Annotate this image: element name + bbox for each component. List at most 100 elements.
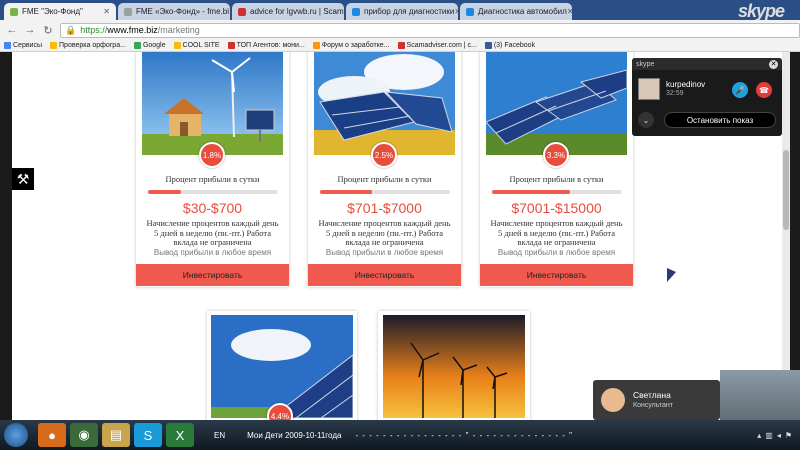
invest-button[interactable]: Инвестировать	[308, 264, 461, 286]
bookmark[interactable]: Сервисы	[4, 42, 42, 49]
close-icon[interactable]: ✕	[229, 7, 230, 16]
apps-icon	[4, 42, 11, 49]
profit-label: Процент прибыли в сутки	[165, 174, 260, 184]
invest-button[interactable]: Инвестировать	[136, 264, 289, 286]
network-icon[interactable]: ▥	[765, 431, 773, 440]
wind-sunset-image	[383, 315, 525, 418]
now-playing: Мои Дети 2009-10-11года	[247, 430, 342, 440]
browser-tab[interactable]: FME «Эко-Фонд» - fme.bi✕	[118, 3, 230, 20]
profit-progress-bar	[320, 190, 450, 194]
skype-call-panel: skype ✕ kurpedinov 32:59 🎤 ☎ ⌄ Остановит…	[632, 58, 782, 136]
page-icon	[124, 7, 132, 16]
tray-arrow-icon[interactable]: ▴	[757, 431, 761, 440]
invest-button[interactable]: Инвестировать	[480, 264, 633, 286]
skype-label: skype	[636, 60, 655, 68]
start-button[interactable]	[4, 423, 28, 447]
plan-card: 1.8% Процент прибыли в сутки $30-$700 На…	[136, 52, 289, 287]
volume-icon[interactable]: ◂	[777, 431, 781, 440]
bookmark[interactable]: COOL SITE	[173, 42, 220, 49]
reload-icon[interactable]: ↻	[42, 24, 54, 37]
profit-label: Процент прибыли в сутки	[337, 174, 432, 184]
windows-taskbar: ● ◉ ▤ S X EN Мои Дети 2009-10-11года - -…	[0, 420, 800, 450]
withdraw-note: Вывод прибыли в любое время	[153, 248, 272, 257]
consultant-chat-widget[interactable]: Светлана Консультант	[593, 380, 720, 420]
bookmark[interactable]: Scamadviser.com | c...	[397, 42, 477, 49]
close-icon[interactable]: ✕	[103, 7, 110, 16]
bookmark[interactable]: Google	[133, 42, 166, 49]
bookmarks-bar: Сервисы Проверка орфогра... Google COOL …	[0, 40, 800, 52]
withdraw-note: Вывод прибыли в любое время	[497, 248, 616, 257]
progress-fill	[148, 190, 181, 194]
stop-sharing-button[interactable]: Остановить показ	[664, 112, 776, 128]
skype-icon[interactable]: S	[134, 423, 162, 447]
solar-field-image	[486, 52, 627, 155]
plan-card: 2.5% Процент прибыли в сутки $701-$7000 …	[308, 52, 461, 287]
shield-icon	[227, 42, 235, 49]
hang-up-icon[interactable]: ☎	[756, 82, 772, 98]
skype-panel-header: skype ✕	[632, 58, 782, 70]
browser-tab[interactable]: advice for lgvwb.ru | Scam✕	[232, 3, 344, 20]
call-timer: 32:59	[666, 90, 684, 97]
shield-icon	[238, 7, 246, 16]
language-indicator[interactable]: EN	[214, 431, 225, 440]
profit-rate-badge: 2.5%	[371, 142, 397, 168]
close-icon[interactable]: ✕	[454, 7, 458, 16]
explorer-icon[interactable]: ▤	[102, 423, 130, 447]
browser-toolbar: ← → ↻ 🔒 https://www.fme.biz/marketing	[0, 20, 800, 40]
bookmark[interactable]: ТОП Агентов: мони...	[227, 42, 305, 49]
google-icon	[352, 7, 360, 16]
bookmark[interactable]: Проверка орфогра...	[50, 42, 126, 49]
plan-card: 3.3% Процент прибыли в сутки $7001-$1500…	[480, 52, 633, 287]
house-windmill-image	[142, 52, 283, 155]
withdraw-note: Вывод прибыли в любое время	[325, 248, 444, 257]
progress-fill	[492, 190, 570, 194]
solar-panels-image	[314, 52, 455, 155]
back-icon[interactable]: ←	[6, 24, 18, 36]
caller-name: kurpedinov	[666, 80, 706, 89]
chrome-icon[interactable]: ◉	[70, 423, 98, 447]
profit-progress-bar	[148, 190, 278, 194]
webcam-preview	[720, 370, 800, 422]
microphone-icon[interactable]: 🎤	[732, 82, 748, 98]
chevron-down-icon[interactable]: ⌄	[638, 112, 654, 128]
tab-strip: FME "Эко-Фонд"✕ FME «Эко-Фонд» - fme.bi✕…	[0, 0, 800, 20]
browser-tab[interactable]: прибор для диагностики ✕	[346, 3, 458, 20]
bookmark[interactable]: Форум о заработке...	[312, 42, 390, 49]
google-icon	[466, 7, 474, 16]
page-scrollbar[interactable]	[782, 52, 790, 420]
close-icon[interactable]: ✕	[769, 59, 778, 69]
plan-description: Начисление процентов каждый день 5 дней …	[318, 218, 451, 247]
url-scheme: https://	[80, 25, 108, 35]
browser-tab[interactable]: FME "Эко-Фонд" ✕	[4, 3, 116, 20]
shield-icon	[397, 42, 405, 49]
forum-icon	[312, 42, 320, 49]
deposit-range: $701-$7000	[347, 200, 422, 216]
bookmark[interactable]: (3) Facebook	[484, 42, 535, 49]
lock-icon: 🔒	[65, 24, 77, 35]
plan-description: Начисление процентов каждый день 5 дней …	[146, 218, 279, 247]
address-bar[interactable]: 🔒 https://www.fme.biz/marketing	[60, 22, 800, 38]
plan-card: 4.4%	[207, 311, 357, 420]
profit-rate-badge: 3.3%	[543, 142, 569, 168]
facebook-icon	[484, 42, 492, 49]
url-path: /marketing	[157, 25, 200, 35]
folder-icon	[173, 42, 181, 49]
skype-watermark: skype	[737, 1, 785, 21]
mouse-cursor	[667, 268, 676, 282]
flag-icon[interactable]: ⚑	[785, 431, 792, 440]
tools-icon[interactable]: ⚒	[12, 168, 34, 190]
folder-icon	[50, 42, 58, 49]
avatar	[601, 388, 625, 412]
profit-progress-bar	[492, 190, 622, 194]
browser-tab[interactable]: Диагностика автомобил ✕	[460, 3, 572, 20]
leaf-icon	[10, 7, 18, 16]
plan-card	[378, 311, 530, 420]
close-icon[interactable]: ✕	[567, 7, 572, 16]
scrollbar-thumb[interactable]	[783, 150, 789, 230]
deposit-range: $7001-$15000	[511, 200, 602, 216]
firefox-icon[interactable]: ●	[38, 423, 66, 447]
forward-icon[interactable]: →	[24, 24, 36, 36]
plan-description: Начисление процентов каждый день 5 дней …	[490, 218, 623, 247]
google-icon	[133, 42, 141, 49]
excel-icon[interactable]: X	[166, 423, 194, 447]
